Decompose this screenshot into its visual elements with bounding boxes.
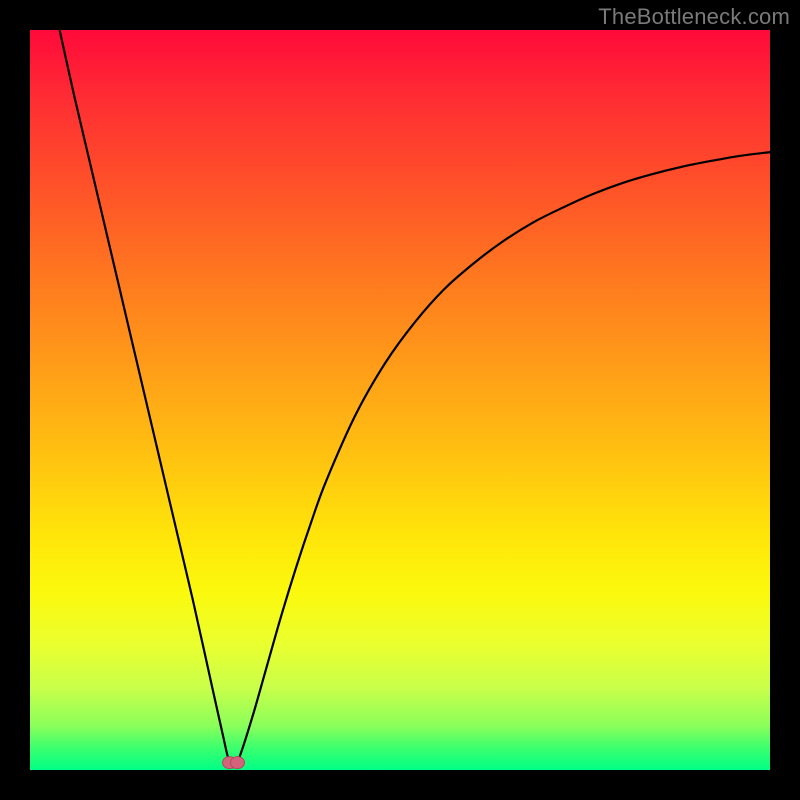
- watermark-text: TheBottleneck.com: [598, 4, 790, 30]
- min-marker: [223, 757, 245, 769]
- chart-frame: TheBottleneck.com: [0, 0, 800, 800]
- plot-area: [30, 30, 770, 770]
- chart-svg: [30, 30, 770, 770]
- bottleneck-curve: [60, 30, 770, 767]
